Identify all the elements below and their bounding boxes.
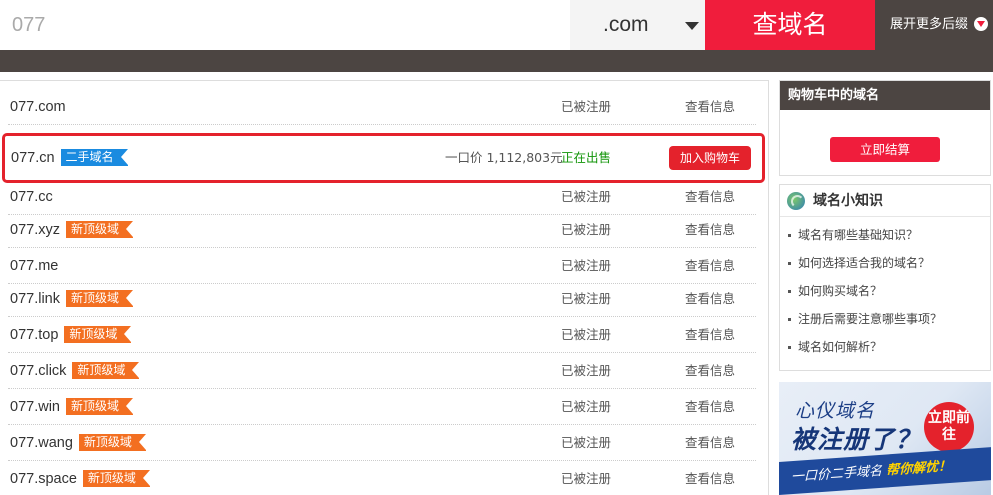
domain-row: 077.click 新顶级域 已被注册 查看信息 [0, 353, 760, 389]
domain-row: 077.space 新顶级域 已被注册 查看信息 [0, 461, 760, 495]
domain-row: 077.wang 新顶级域 已被注册 查看信息 [0, 425, 760, 461]
domain-status: 已被注册 [561, 327, 612, 342]
cart-panel: 购物车中的域名 立即结算 [779, 80, 991, 176]
tld-select[interactable]: .com [570, 0, 705, 50]
second-hand-domain-banner[interactable]: 心仪域名 被注册了？ 立即前往 一口价二手域名 帮你解忧！ [779, 382, 991, 495]
domain-name: 077.xyz 新顶级域 [10, 212, 134, 248]
new-tld-tag: 新顶级域 [72, 362, 140, 379]
view-info-link[interactable]: 查看信息 [685, 353, 735, 389]
domain-status: 已被注册 [561, 258, 612, 273]
domain-status: 已被注册 [561, 222, 612, 237]
view-info-link[interactable]: 查看信息 [685, 425, 735, 461]
domain-status: 已被注册 [561, 99, 612, 114]
chevron-down-icon [685, 22, 699, 30]
banner-line-1: 心仪域名 [795, 400, 876, 422]
knowledge-panel-title: 域名小知识 [813, 193, 883, 209]
domain-status: 已被注册 [561, 399, 612, 414]
cart-panel-title: 购物车中的域名 [780, 81, 990, 110]
domain-name: 077.com [10, 99, 66, 115]
domain-status: 已被注册 [561, 189, 612, 204]
dropdown-arrow-icon [974, 17, 989, 31]
row-divider [8, 124, 756, 125]
new-tld-tag: 新顶级域 [65, 398, 134, 415]
on-sale-status: 正在出售 [561, 150, 612, 165]
tld-select-value: .com [603, 13, 649, 36]
domain-row: 077.link 新顶级域 已被注册 查看信息 [0, 281, 760, 317]
domain-name: 077.me [10, 258, 59, 274]
knowledge-link[interactable]: 域名如何解析？ [788, 333, 990, 361]
domain-status: 已被注册 [561, 471, 612, 486]
domain-name: 077.cc [10, 189, 53, 205]
new-tld-tag: 新顶级域 [65, 290, 134, 307]
buy-now-price: 一口价 1,112,803元 [445, 150, 563, 165]
search-button[interactable]: 查域名 [705, 0, 875, 50]
view-info-link[interactable]: 查看信息 [685, 179, 735, 215]
domain-status: 已被注册 [561, 363, 612, 378]
domain-row: 077.xyz 新顶级域 已被注册 查看信息 [0, 212, 760, 248]
new-tld-tag: 新顶级域 [78, 434, 146, 451]
domain-name: 077.cn 二手域名 [11, 136, 128, 180]
view-info-link[interactable]: 查看信息 [685, 389, 735, 425]
knowledge-link[interactable]: 如何选择适合我的域名？ [788, 249, 990, 277]
domain-row: 077.cc 已被注册 查看信息 [0, 179, 760, 215]
domain-results-list: 077.com 已被注册 查看信息 077.cn 二手域名 一口价 1,112,8… [0, 80, 769, 495]
domain-name: 077.top 新顶级域 [10, 317, 132, 353]
domain-status: 已被注册 [561, 291, 612, 306]
new-tld-tag: 新顶级域 [65, 221, 134, 238]
knowledge-link[interactable]: 注册后需要注意哪些事项？ [788, 305, 990, 333]
second-hand-tag: 二手域名 [60, 149, 128, 166]
domain-name: 077.click 新顶级域 [10, 353, 140, 389]
domain-name: 077.win 新顶级域 [10, 389, 134, 425]
knowledge-panel-header: 域名小知识 [780, 185, 990, 217]
domain-name: 077.space 新顶级域 [10, 461, 150, 495]
expand-suffixes-toggle[interactable]: 展开更多后缀 [875, 0, 993, 50]
view-info-link[interactable]: 查看信息 [685, 317, 735, 353]
domain-row: 077.top 新顶级域 已被注册 查看信息 [0, 317, 760, 353]
banner-line-2: 被注册了？ [791, 425, 922, 454]
knowledge-list: 域名有哪些基础知识？ 如何选择适合我的域名？ 如何购买域名？ 注册后需要注意哪些… [780, 217, 990, 361]
view-info-link[interactable]: 查看信息 [685, 281, 735, 317]
domain-row: 077.win 新顶级域 已被注册 查看信息 [0, 389, 760, 425]
knowledge-link[interactable]: 域名有哪些基础知识？ [788, 221, 990, 249]
new-tld-tag: 新顶级域 [82, 470, 150, 487]
new-tld-tag: 新顶级域 [64, 326, 132, 343]
header-divider-band [0, 50, 993, 72]
knowledge-link[interactable]: 如何购买域名？ [788, 277, 990, 305]
domain-knowledge-panel: 域名小知识 域名有哪些基础知识？ 如何选择适合我的域名？ 如何购买域名？ 注册后… [779, 184, 991, 371]
view-info-link[interactable]: 查看信息 [685, 461, 735, 495]
add-to-cart-button[interactable]: 加入购物车 [669, 146, 751, 170]
domain-status: 已被注册 [561, 435, 612, 450]
domain-name: 077.wang 新顶级域 [10, 425, 146, 461]
featured-domain-row: 077.cn 二手域名 一口价 1,112,803元 正在出售 加入购物车 [2, 133, 765, 183]
search-input[interactable] [0, 0, 570, 50]
view-info-link[interactable]: 查看信息 [685, 89, 735, 125]
expand-suffixes-label: 展开更多后缀 [890, 17, 969, 32]
search-bar: .com 查域名 展开更多后缀 [0, 0, 993, 50]
checkout-button[interactable]: 立即结算 [830, 137, 940, 162]
domain-row: 077.me 已被注册 查看信息 [0, 248, 760, 284]
view-info-link[interactable]: 查看信息 [685, 248, 735, 284]
globe-icon [787, 192, 805, 210]
domain-name: 077.link 新顶级域 [10, 281, 134, 317]
go-now-badge: 立即前往 [924, 402, 974, 452]
view-info-link[interactable]: 查看信息 [685, 212, 735, 248]
domain-row: 077.com 已被注册 查看信息 [0, 89, 760, 125]
